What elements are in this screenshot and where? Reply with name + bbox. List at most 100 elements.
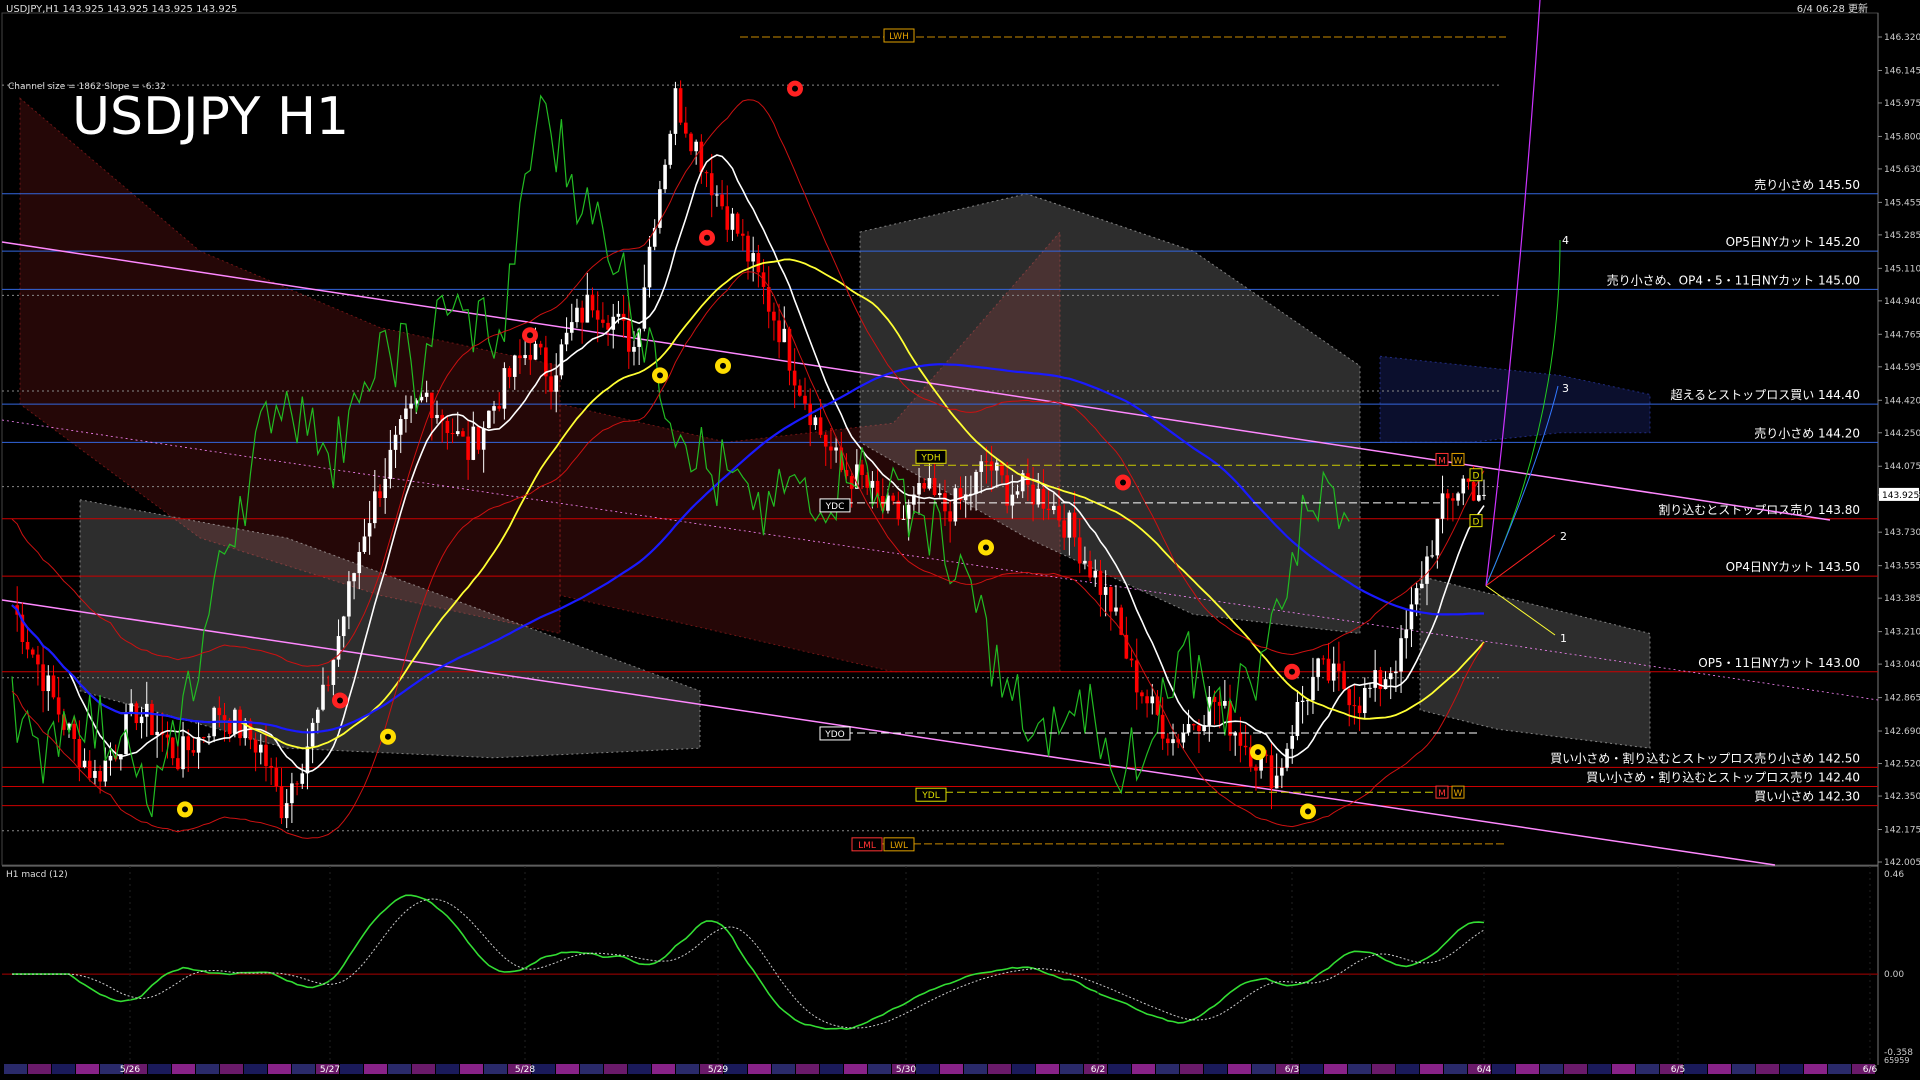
price-tick-label: 145.455 [1884, 198, 1920, 208]
candle-body [1368, 687, 1372, 689]
candle-body [1171, 739, 1175, 744]
candle-body [673, 88, 678, 134]
session-block [412, 1064, 435, 1074]
candle-body [803, 395, 807, 404]
candle-body [1010, 494, 1015, 506]
candle-body [632, 346, 636, 352]
signal-arrow-core [385, 733, 391, 740]
date-label: 6/2 [1091, 1065, 1105, 1075]
candle-body [538, 343, 543, 348]
candle-body [580, 307, 584, 323]
candle-body [36, 654, 40, 665]
candle-body [207, 736, 211, 738]
lwl-tag: LWL [890, 841, 908, 851]
candle-body [481, 428, 486, 450]
candle-body [772, 311, 776, 321]
candle-body [730, 213, 735, 230]
candle-body [792, 370, 797, 386]
candle-body [25, 641, 30, 650]
candle-body [948, 511, 952, 522]
scenario-label: 2 [1560, 530, 1567, 543]
date-label: 5/28 [515, 1065, 535, 1075]
macd-title: H1 macd (12) [6, 870, 68, 880]
candle-body [554, 375, 559, 392]
session-block [1228, 1064, 1251, 1074]
candle-body [782, 328, 787, 343]
scenario-label: 4 [1562, 234, 1569, 247]
price-tick-label: 144.420 [1884, 396, 1920, 406]
ydo-tag: YDO [824, 730, 845, 740]
candle-body [51, 675, 56, 698]
mark-m-bottom: M [1438, 789, 1446, 799]
signal-arrow-core [720, 362, 726, 369]
candle-body [528, 354, 533, 360]
session-block [1444, 1064, 1467, 1074]
candle-body [1430, 555, 1434, 557]
candle-body [1445, 493, 1450, 499]
session-block [76, 1064, 99, 1074]
candle-body [1280, 767, 1284, 776]
candle-body [1077, 537, 1082, 564]
candle-body [201, 737, 206, 739]
candle-body [1326, 658, 1331, 681]
candle-body [1052, 505, 1056, 511]
candle-body [1067, 512, 1072, 538]
session-block [148, 1064, 171, 1074]
session-block [1132, 1064, 1155, 1074]
candle-body [953, 488, 958, 522]
session-block [388, 1064, 411, 1074]
candle-body [746, 235, 750, 262]
session-block [292, 1064, 315, 1074]
candle-body [347, 581, 351, 617]
candle-body [932, 478, 937, 496]
session-block [1492, 1064, 1515, 1074]
candle-body [829, 446, 833, 451]
candle-body [144, 703, 149, 717]
support-label: OP4日NYカット 143.50 [1726, 560, 1860, 574]
candle-body [984, 461, 989, 463]
mark-d-top: D [1473, 472, 1480, 482]
candle-body [1347, 689, 1352, 706]
candle-body [1134, 660, 1139, 693]
candle-body [274, 768, 279, 786]
macd-panel: 0.460.00-0.35865959 [2, 870, 1913, 1065]
candle-body [1103, 587, 1108, 595]
candle-body [1057, 505, 1061, 521]
session-block [1540, 1064, 1563, 1074]
candle-body [989, 461, 994, 471]
candle-body [46, 675, 51, 692]
candle-body [373, 491, 377, 524]
candle-body [471, 426, 476, 460]
candle-body [1238, 732, 1243, 746]
date-label: 5/27 [320, 1065, 340, 1075]
candle-body [103, 760, 108, 782]
candle-body [704, 172, 709, 174]
mark-w-top: W [1454, 456, 1463, 466]
session-block [1684, 1064, 1707, 1074]
candle-body [155, 731, 159, 736]
candle-body [979, 461, 984, 472]
price-axis: 146.320 146.145 145.975 145.800 145.630 145.4… [1878, 33, 1920, 868]
candle-body [1243, 745, 1248, 748]
session-block [1156, 1064, 1179, 1074]
price-tick-label: 144.075 [1884, 462, 1920, 472]
candle-body [642, 287, 647, 329]
candle-body [1015, 491, 1020, 495]
price-tick-label: 142.690 [1884, 727, 1920, 737]
candle-body [595, 310, 600, 320]
candle-body [798, 385, 802, 396]
candle-body [1160, 714, 1165, 739]
candle-body [98, 771, 102, 782]
candle-body [108, 755, 113, 761]
date-label: 5/26 [120, 1065, 140, 1075]
price-tick-label: 142.520 [1884, 760, 1920, 770]
session-block [748, 1064, 771, 1074]
date-label: 6/6 [1863, 1065, 1878, 1075]
candle-body [383, 478, 387, 499]
candle-body [741, 233, 745, 236]
candle-body [943, 493, 947, 512]
session-block [940, 1064, 963, 1074]
candle-body [1414, 588, 1419, 605]
lwh-tag: LWH [889, 32, 909, 42]
big-title: USDJPY H1 [72, 87, 349, 147]
